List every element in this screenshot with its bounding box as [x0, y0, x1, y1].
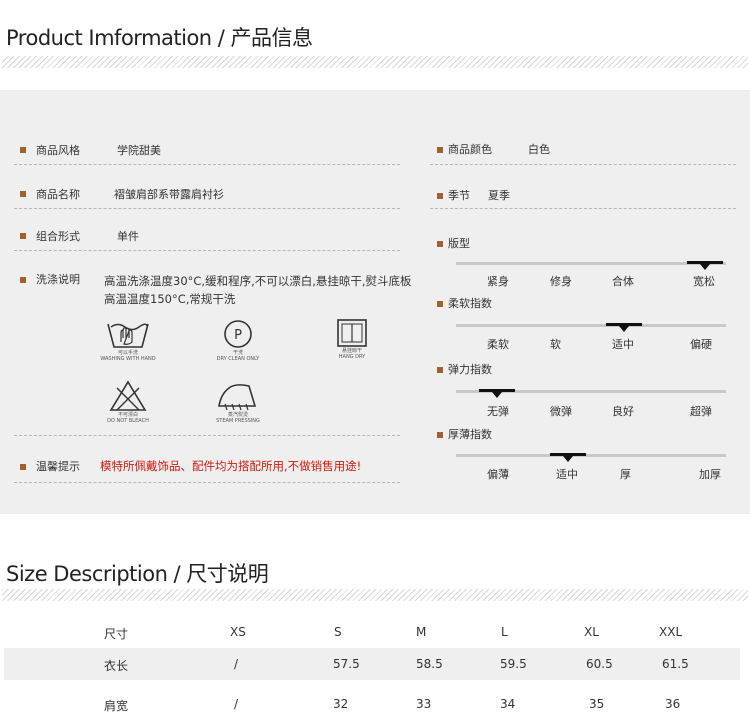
softness-option: 适中	[612, 338, 634, 351]
fit-option: 宽松	[693, 275, 715, 288]
hand-wash-icon: 可以手洗 WASHING WITH HAND	[96, 318, 160, 362]
season-label: 季节	[448, 189, 470, 202]
wash-bullet	[20, 277, 26, 283]
fit-label: 版型	[448, 237, 470, 250]
fit-option: 修身	[550, 275, 572, 288]
thickness-option: 适中	[556, 468, 578, 481]
scale-pointer-icon	[563, 456, 573, 462]
warm-bullet	[20, 464, 26, 470]
divider	[14, 482, 400, 483]
name-label: 商品名称	[36, 188, 80, 201]
elasticity-bullet	[437, 367, 443, 373]
divider	[14, 250, 400, 251]
steam-iron-icon: 蒸汽熨烫 STEAM PRESSING	[206, 380, 270, 424]
size-header-cell: M	[416, 625, 427, 639]
softness-bullet	[437, 301, 443, 307]
table-cell: /	[234, 657, 239, 671]
table-cell: 59.5	[500, 657, 527, 671]
warm-label: 温馨提示	[36, 460, 80, 473]
product-info-divider	[2, 56, 748, 68]
table-cell: 58.5	[416, 657, 443, 671]
hang-dry-icon: 悬挂晾干 HANG DRY	[322, 318, 382, 360]
divider	[430, 208, 736, 209]
size-header-label: 尺寸	[104, 627, 129, 641]
softness-option: 软	[550, 338, 561, 351]
season-value: 夏季	[488, 189, 510, 202]
steam-iron-en: STEAM PRESSING	[216, 418, 260, 424]
elasticity-option: 良好	[612, 405, 634, 418]
hand-wash-en: WASHING WITH HAND	[100, 356, 156, 362]
fit-option: 紧身	[487, 275, 509, 288]
color-label: 商品颜色	[448, 143, 492, 156]
svg-text:P: P	[234, 328, 242, 343]
style-value: 学院甜美	[117, 144, 161, 157]
table-cell: 34	[500, 697, 516, 711]
elasticity-option: 微弹	[550, 405, 572, 418]
combo-label: 组合形式	[36, 230, 80, 243]
scale-pointer-icon	[700, 264, 710, 270]
size-header-cell: S	[334, 625, 342, 639]
table-cell: 33	[416, 697, 432, 711]
softness-scale-bar	[456, 324, 726, 327]
size-header-cell: XL	[584, 625, 599, 639]
combo-bullet	[20, 233, 26, 239]
table-cell: /	[234, 697, 239, 711]
no-bleach-en: DO NOT BLEACH	[107, 418, 149, 424]
table-cell: 32	[333, 697, 349, 711]
thickness-option: 加厚	[699, 468, 721, 481]
elasticity-option: 无弹	[487, 405, 509, 418]
fit-bullet	[437, 241, 443, 247]
table-cell: 60.5	[586, 657, 613, 671]
dry-clean-en: DRY CLEAN ONLY	[216, 356, 260, 362]
table-cell: 57.5	[333, 657, 360, 671]
table-row-label: 衣长	[104, 659, 129, 673]
elasticity-label: 弹力指数	[448, 363, 492, 376]
dry-clean-icon: P 干洗 DRY CLEAN ONLY	[206, 318, 270, 362]
no-bleach-icon: 不可漂白 DO NOT BLEACH	[96, 380, 160, 424]
product-info-title: Product Imformation / 产品信息	[6, 26, 313, 50]
thickness-option: 厚	[620, 468, 631, 481]
fit-option: 合体	[612, 275, 634, 288]
name-bullet	[20, 191, 26, 197]
style-label: 商品风格	[36, 144, 80, 157]
divider	[430, 164, 736, 165]
elasticity-option: 超弹	[690, 405, 712, 418]
table-cell: 36	[665, 697, 681, 711]
softness-option: 偏硬	[690, 338, 712, 351]
style-bullet	[20, 147, 26, 153]
color-bullet	[437, 147, 443, 153]
size-divider	[2, 589, 748, 601]
size-header-cell: L	[501, 625, 508, 639]
size-title: Size Description / 尺寸说明	[6, 562, 269, 586]
softness-option: 柔软	[487, 338, 509, 351]
divider	[14, 208, 400, 209]
hang-dry-en: HANG DRY	[338, 354, 366, 360]
warm-tip: 模特所佩戴饰品、配件均为搭配所用,不做销售用途!	[100, 459, 362, 473]
softness-label: 柔软指数	[448, 297, 492, 310]
color-value: 白色	[528, 143, 550, 156]
scale-pointer-icon	[492, 392, 502, 398]
season-bullet	[437, 193, 443, 199]
thickness-scale-bar	[456, 454, 726, 457]
fit-scale-bar	[456, 262, 726, 265]
table-cell: 61.5	[662, 657, 689, 671]
thickness-label: 厚薄指数	[448, 428, 492, 441]
table-row-label: 肩宽	[104, 699, 129, 713]
table-cell: 35	[589, 697, 605, 711]
divider	[14, 435, 400, 436]
combo-value: 单件	[117, 230, 139, 243]
wash-label: 洗涤说明	[36, 273, 80, 286]
scale-pointer-icon	[619, 326, 629, 332]
size-header-cell: XS	[230, 625, 246, 639]
thickness-bullet	[437, 432, 443, 438]
size-header-cell: XXL	[659, 625, 683, 639]
wash-instructions: 高温洗涤温度30°C,缓和程序,不可以漂白,悬挂晾干,熨斗底板高温温度150°C…	[104, 274, 412, 306]
divider	[14, 164, 400, 165]
thickness-option: 偏薄	[487, 468, 509, 481]
name-value: 褶皱肩部系带露肩衬衫	[114, 188, 224, 201]
